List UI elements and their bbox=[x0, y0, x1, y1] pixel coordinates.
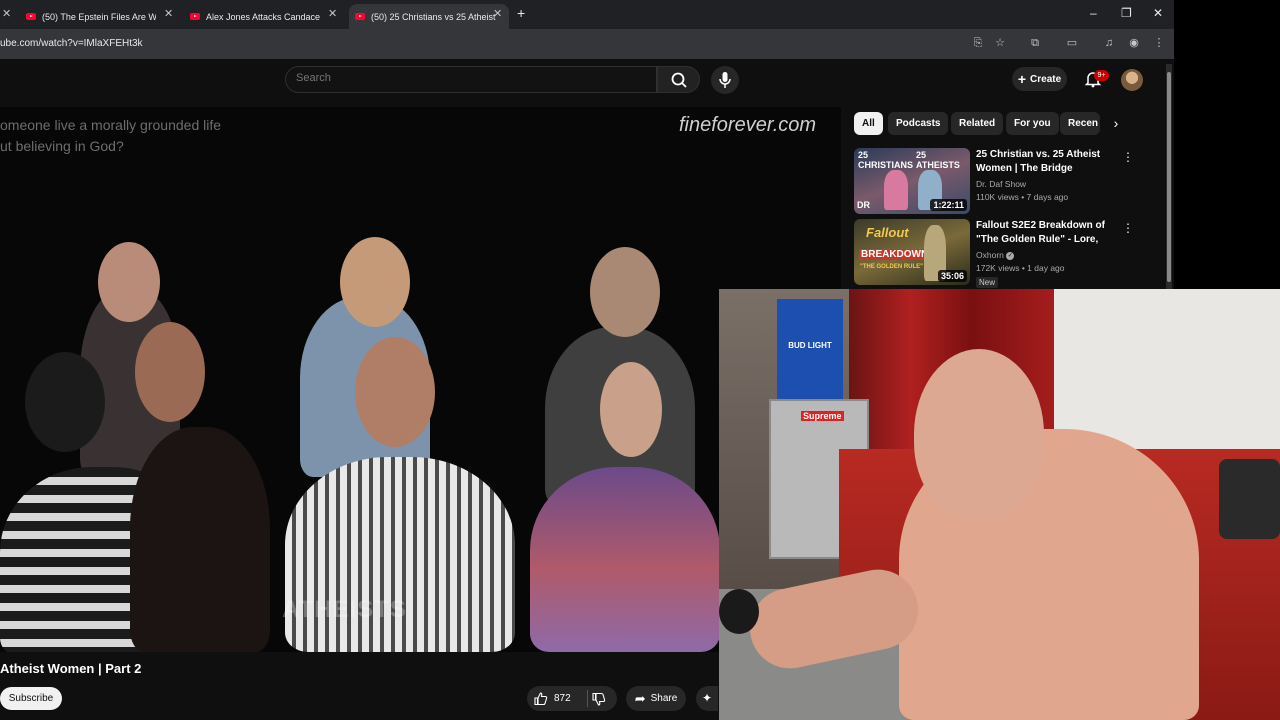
youtube-favicon-icon bbox=[355, 13, 365, 20]
plus-icon: + bbox=[1017, 71, 1027, 87]
tab-title: (50) The Epstein Files Are Way M bbox=[42, 11, 156, 22]
tab-close-icon[interactable]: ✕ bbox=[328, 7, 337, 20]
thumb-text-right: 25 ATHEISTS bbox=[916, 150, 960, 170]
chip-for-you[interactable]: For you bbox=[1006, 112, 1059, 135]
video-caption: ATHEISTS bbox=[282, 596, 407, 623]
thumb-text-sub: "THE GOLDEN RULE" bbox=[860, 264, 924, 270]
channel-name[interactable]: Dr. Daf Show bbox=[976, 177, 1026, 191]
beer-label: BUD LIGHT bbox=[788, 341, 832, 350]
browser-tab[interactable]: (50) The Epstein Files Are Way M bbox=[26, 4, 156, 29]
thumb-text-top: Fallout bbox=[866, 225, 909, 240]
tab-close-icon[interactable]: ✕ bbox=[493, 7, 502, 20]
chip-recent[interactable]: Recen bbox=[1060, 112, 1100, 135]
close-window-button[interactable]: ✕ bbox=[1153, 6, 1163, 20]
divider bbox=[587, 690, 588, 707]
video-title: Atheist Women | Part 2 bbox=[0, 661, 142, 676]
scrollbar-thumb[interactable] bbox=[1167, 72, 1171, 282]
more-options-icon[interactable]: ⋮ bbox=[1122, 221, 1134, 235]
video-player[interactable] bbox=[0, 107, 841, 652]
youtube-favicon-icon bbox=[190, 13, 200, 20]
browser-tab-strip bbox=[0, 0, 1174, 29]
media-controls-icon[interactable]: ♫ bbox=[1102, 36, 1116, 50]
notification-badge: 9+ bbox=[1094, 70, 1109, 81]
video-thumbnail[interactable]: Fallout BREAKDOWN "THE GOLDEN RULE" 35:0… bbox=[854, 219, 970, 285]
more-options-icon[interactable]: ⋮ bbox=[1122, 150, 1134, 164]
tab-close-icon[interactable]: ✕ bbox=[2, 7, 11, 20]
ask-ai-button[interactable]: ✦ bbox=[696, 686, 718, 711]
verified-check-icon: ✓ bbox=[1006, 251, 1015, 260]
youtube-favicon-icon bbox=[26, 13, 36, 20]
share-label: Share bbox=[650, 693, 678, 704]
overlay-line-2: ut believing in God? bbox=[0, 138, 124, 154]
chip-podcasts[interactable]: Podcasts bbox=[888, 112, 949, 135]
minimize-button[interactable]: – bbox=[1090, 6, 1097, 20]
video-thumbnail[interactable]: 25 CHRISTIANS 25 ATHEISTS DR 1:22:11 bbox=[854, 148, 970, 214]
video-overlay-text: omeone live a morally grounded life ut b… bbox=[0, 115, 300, 157]
share-button[interactable]: ➦ Share bbox=[626, 686, 686, 711]
channel-logo: DR bbox=[857, 200, 870, 210]
chevron-right-icon[interactable]: › bbox=[1108, 115, 1124, 131]
browser-tab[interactable]: Alex Jones Attacks Candace Ow bbox=[190, 4, 320, 29]
avatar[interactable] bbox=[1121, 69, 1143, 91]
chrome-menu-icon[interactable]: ⋮ bbox=[1152, 36, 1166, 50]
thumbs-up-icon[interactable] bbox=[533, 691, 548, 706]
tab-title: (50) 25 Christians vs 25 Atheist bbox=[371, 11, 496, 22]
chip-all[interactable]: All bbox=[854, 112, 883, 135]
subscribe-button[interactable]: Subscribe bbox=[0, 687, 62, 710]
search-input[interactable] bbox=[296, 72, 636, 84]
thumbs-down-icon[interactable] bbox=[591, 692, 606, 707]
video-duration: 1:22:11 bbox=[930, 199, 967, 211]
channel-name-text: Oxhorn bbox=[976, 250, 1004, 260]
like-dislike-group bbox=[527, 686, 617, 711]
video-meta: 110K views • 7 days ago bbox=[976, 192, 1069, 202]
video-meta: 172K views • 1 day ago bbox=[976, 263, 1065, 273]
thumb-text-left: 25 CHRISTIANS bbox=[858, 150, 914, 170]
new-badge: New bbox=[976, 277, 999, 288]
bookmark-star-icon[interactable]: ☆ bbox=[993, 36, 1007, 50]
tab-close-icon[interactable]: ✕ bbox=[164, 7, 173, 20]
video-duration: 35:06 bbox=[937, 270, 967, 282]
search-button[interactable] bbox=[657, 66, 700, 93]
webcam-overlay: BUD LIGHT Supreme bbox=[719, 289, 1280, 720]
install-app-icon[interactable]: ⎘ bbox=[971, 36, 985, 50]
channel-name[interactable]: Oxhorn ✓ bbox=[976, 248, 1015, 262]
extensions-icon[interactable]: ⧉ bbox=[1028, 36, 1042, 50]
video-watermark: fineforever.com bbox=[679, 114, 817, 136]
search-icon bbox=[671, 72, 687, 88]
sparkle-icon: ✦ bbox=[701, 691, 713, 705]
url-field[interactable]: ube.com/watch?v=IMlaXFEHt3k bbox=[0, 38, 143, 49]
microphone-icon bbox=[719, 72, 731, 88]
restore-button[interactable]: ❐ bbox=[1121, 6, 1132, 20]
video-title[interactable]: 25 Christian vs. 25 Atheist Women | The … bbox=[976, 148, 1118, 176]
video-title[interactable]: Fallout S2E2 Breakdown of "The Golden Ru… bbox=[976, 219, 1118, 247]
create-label: Create bbox=[1030, 73, 1062, 85]
voice-search-button[interactable] bbox=[711, 66, 739, 94]
create-button[interactable]: + Create bbox=[1012, 67, 1067, 91]
new-tab-button[interactable]: + bbox=[517, 5, 525, 21]
share-icon: ➦ bbox=[634, 690, 646, 706]
thumb-text-mid: BREAKDOWN bbox=[859, 249, 931, 260]
profile-icon[interactable]: ◉ bbox=[1127, 36, 1141, 50]
tab-title: Alex Jones Attacks Candace Ow bbox=[206, 11, 320, 22]
overlay-line-1: omeone live a morally grounded life bbox=[0, 117, 222, 133]
browser-tab-active[interactable]: (50) 25 Christians vs 25 Atheist bbox=[349, 4, 509, 29]
fridge-sticker: Supreme bbox=[801, 411, 844, 421]
chip-related[interactable]: Related bbox=[951, 112, 1004, 135]
like-count[interactable]: 872 bbox=[554, 693, 571, 704]
split-view-icon[interactable]: ▭ bbox=[1065, 36, 1079, 50]
